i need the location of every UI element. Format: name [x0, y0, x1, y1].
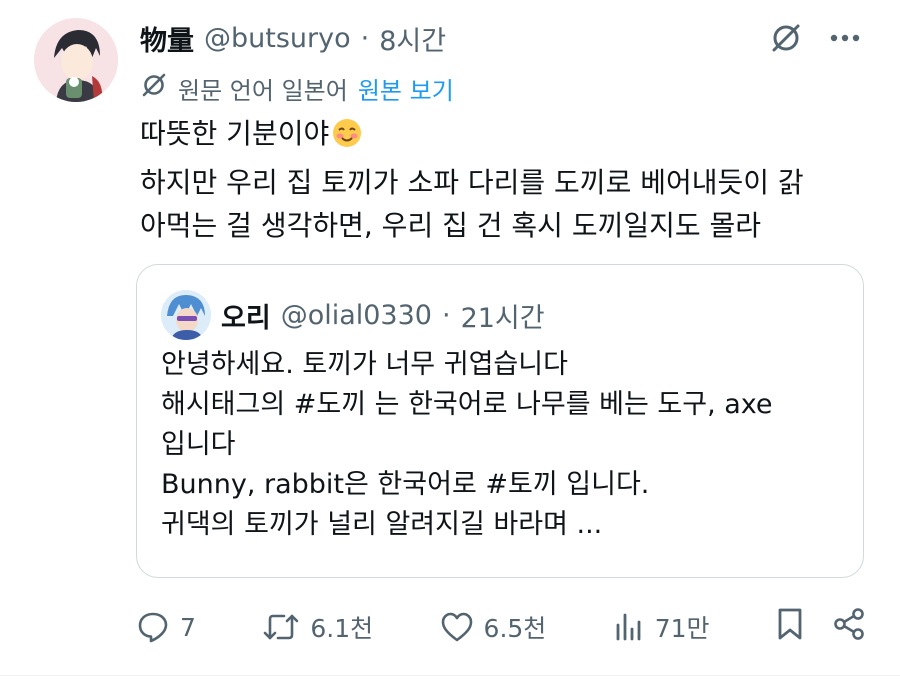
smiling-face-icon — [331, 117, 363, 161]
repost-button[interactable]: 6.1천 — [262, 609, 373, 645]
post-text-line: 하지만 우리 집 토끼가 소파 다리를 도끼로 베어내듯이 갉 — [140, 166, 804, 199]
translation-source-language: 원문 언어 일본어 — [178, 76, 348, 105]
views-icon — [616, 613, 641, 641]
share-icon — [834, 608, 864, 640]
repost-icon — [264, 614, 299, 640]
post-header: 物量 @butsuryo · 8시간 — [140, 18, 446, 58]
secondary-actions — [776, 607, 866, 647]
quoted-post-text: 안녕하세요. 토끼가 너무 귀엽습니다 해시태그의 #도끼 는 한국어로 나무를… — [161, 345, 851, 545]
post-divider — [0, 675, 900, 676]
quoted-text-line: 안녕하세요. 토끼가 너무 귀엽습니다 — [161, 349, 568, 380]
post-action-bar: 7 6.1천 6.5천 71만 — [136, 606, 866, 648]
quoted-author-display-name[interactable]: 오리 — [221, 296, 271, 335]
bookmark-button[interactable] — [776, 607, 804, 647]
reply-icon — [138, 612, 168, 643]
separator-dot: · — [360, 22, 370, 54]
translate-icon — [140, 71, 168, 105]
quoted-author-handle[interactable]: @olial0330 — [281, 300, 432, 331]
author-display-name[interactable]: 物量 — [140, 19, 194, 58]
translation-notice: 원문 언어 일본어 원본 보기 — [140, 70, 454, 106]
show-original-link[interactable]: 원본 보기 — [358, 71, 454, 106]
grok-icon[interactable] — [768, 20, 804, 56]
author-handle[interactable]: @butsuryo — [204, 23, 351, 54]
quoted-text-line: Bunny, rabbit은 한국어로 #토끼 입니다. — [161, 469, 650, 500]
quoted-text-line: 해시태그의 #도끼 는 한국어로 나무를 베는 도구, axe — [161, 389, 773, 420]
separator-dot: · — [441, 299, 451, 331]
quoted-post-card[interactable]: 오리 @olial0330 · 21시간 안녕하세요. 토끼가 너무 귀엽습니다… — [136, 264, 864, 578]
reply-count: 7 — [180, 612, 196, 642]
share-button[interactable] — [832, 607, 866, 647]
quoted-author-avatar[interactable] — [161, 290, 211, 340]
views-button[interactable]: 71만 — [613, 609, 710, 645]
bookmark-icon — [778, 608, 802, 640]
quoted-text-line: 입니다 — [161, 429, 236, 460]
like-icon — [441, 612, 472, 642]
more-icon[interactable] — [830, 33, 860, 43]
repost-count: 6.1천 — [310, 614, 374, 643]
post-text: 따뜻한 기분이야 하지만 우리 집 토끼가 소파 다리를 도끼로 베어내듯이 갉… — [140, 112, 870, 247]
post-text-line: 따뜻한 기분이야 — [140, 112, 870, 161]
like-button[interactable]: 6.5천 — [440, 609, 547, 645]
quoted-post-timestamp[interactable]: 21시간 — [461, 296, 545, 335]
post-timestamp[interactable]: 8시간 — [379, 19, 446, 58]
view-count: 71만 — [654, 614, 710, 643]
quoted-post-header: 오리 @olial0330 · 21시간 — [161, 289, 545, 341]
post-text-line: 아먹는 걸 생각하면, 우리 집 건 혹시 도끼일지도 몰라 — [140, 209, 762, 242]
quoted-text-line: 귀댁의 토끼가 널리 알려지길 바라며 ... — [161, 509, 603, 540]
post-top-actions — [768, 20, 860, 56]
like-count: 6.5천 — [483, 614, 547, 643]
reply-button[interactable]: 7 — [136, 610, 196, 644]
author-avatar[interactable] — [34, 18, 118, 102]
